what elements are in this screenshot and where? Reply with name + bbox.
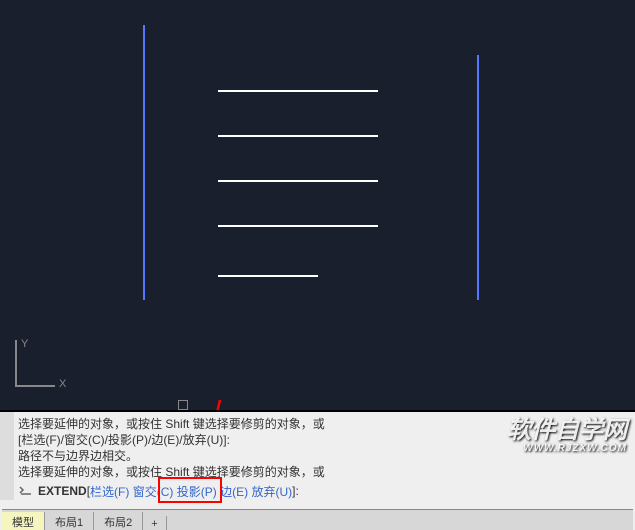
- watermark-url: WWW.RJZXW.COM: [507, 443, 627, 454]
- tab-add[interactable]: +: [143, 516, 166, 530]
- option-project[interactable]: 投影(P): [177, 483, 217, 500]
- geometry-horizontal-line[interactable]: [218, 90, 378, 92]
- command-name: EXTEND: [38, 484, 87, 498]
- tab-layout1[interactable]: 布局1: [45, 512, 94, 530]
- ucs-x-label: X: [59, 378, 66, 390]
- geometry-vertical-line-right[interactable]: [477, 55, 479, 300]
- command-line[interactable]: EXTEND [ 栏选(F) 窗交(C) 投影(P) 边(E) 放弃(U) ]:: [18, 482, 299, 500]
- option-edge[interactable]: 边(E): [220, 483, 248, 500]
- layout-tabs: 模型 布局1 布局2 +: [2, 509, 633, 530]
- watermark-title: 软件自学网: [507, 417, 627, 444]
- tab-model[interactable]: 模型: [2, 512, 45, 530]
- command-history-line: 选择要延伸的对象，或按住 Shift 键选择要修剪的对象，或: [18, 464, 325, 480]
- watermark: 软件自学网 WWW.RJZXW.COM: [507, 410, 627, 454]
- option-undo[interactable]: 放弃(U): [251, 483, 292, 500]
- command-history-line: 选择要延伸的对象，或按住 Shift 键选择要修剪的对象，或: [18, 416, 325, 432]
- ucs-y-label: Y: [21, 338, 28, 350]
- command-history: 选择要延伸的对象，或按住 Shift 键选择要修剪的对象，或 [栏选(F)/窗交…: [18, 416, 325, 480]
- drawing-canvas[interactable]: Y X: [0, 0, 635, 405]
- geometry-horizontal-line[interactable]: [218, 180, 378, 182]
- command-history-line: [栏选(F)/窗交(C)/投影(P)/边(E)/放弃(U)]:: [18, 432, 325, 448]
- command-history-line: 路径不与边界边相交。: [18, 448, 325, 464]
- command-icon: [18, 485, 34, 497]
- tab-layout2[interactable]: 布局2: [94, 512, 143, 530]
- option-crossing[interactable]: 窗交(C): [133, 483, 174, 500]
- selection-grip[interactable]: [178, 400, 188, 410]
- command-scrollbar[interactable]: [0, 412, 14, 500]
- geometry-vertical-line-left[interactable]: [143, 25, 145, 300]
- geometry-horizontal-line[interactable]: [218, 225, 378, 227]
- option-fence[interactable]: 栏选(F): [90, 483, 129, 500]
- geometry-horizontal-line[interactable]: [218, 135, 378, 137]
- geometry-horizontal-line[interactable]: [218, 275, 318, 277]
